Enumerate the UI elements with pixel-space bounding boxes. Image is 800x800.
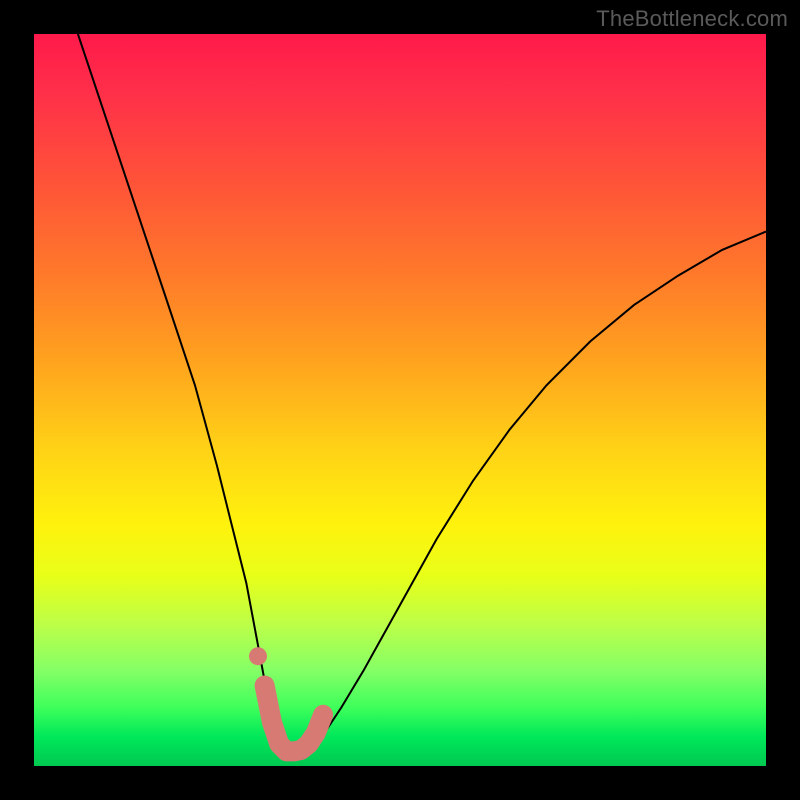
chart-frame: TheBottleneck.com xyxy=(0,0,800,800)
plot-area xyxy=(34,34,766,766)
metric-curve xyxy=(78,34,766,751)
bottom-highlight-segment xyxy=(265,686,324,752)
curve-layer xyxy=(34,34,766,766)
watermark-text: TheBottleneck.com xyxy=(596,6,788,32)
bottom-highlight-dot xyxy=(249,647,267,665)
